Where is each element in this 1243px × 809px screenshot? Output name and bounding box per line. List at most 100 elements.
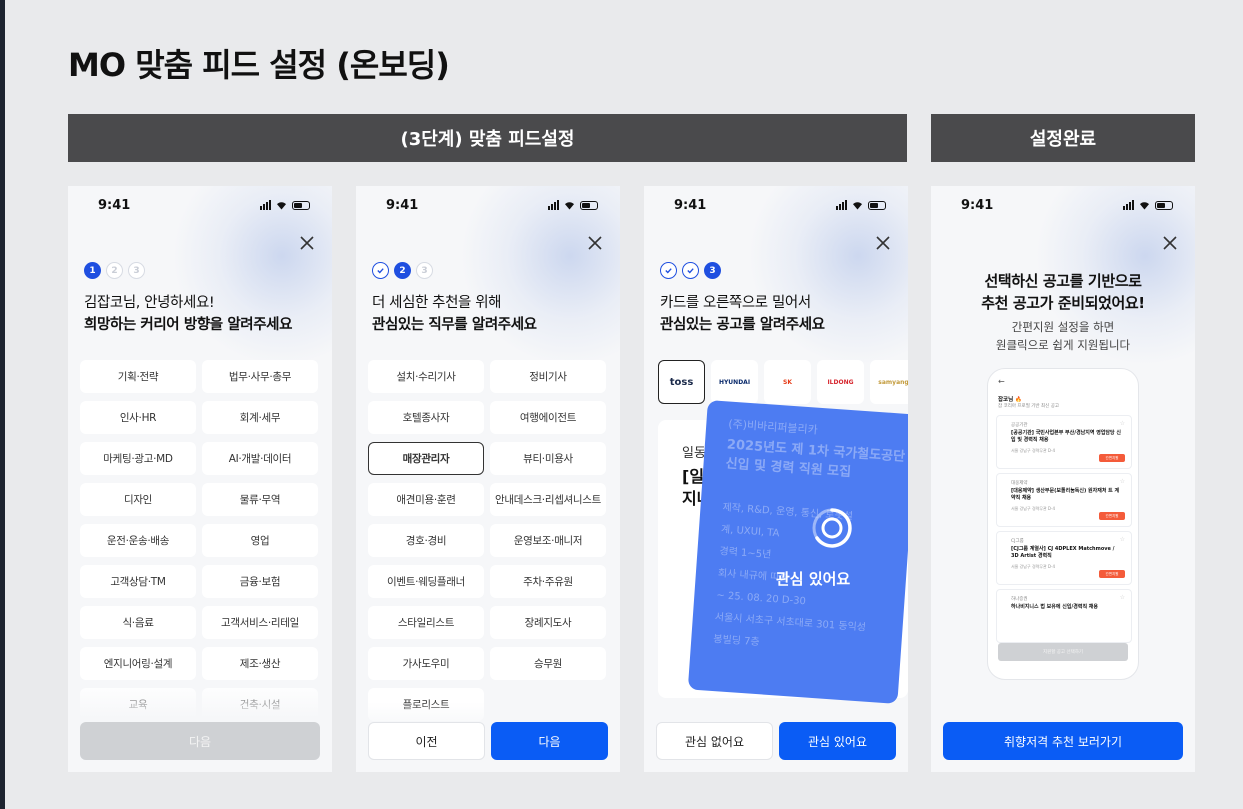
- option-chip[interactable]: 디자인: [80, 483, 196, 516]
- job-option-grid: 설치·수리기사 정비기사 호텔종사자 여행에이전트 매장관리자 뷰티·미용사 애견미용·훈련…: [368, 360, 606, 721]
- option-chip[interactable]: 물류·무역: [202, 483, 318, 516]
- prev-button[interactable]: 이전: [368, 722, 485, 760]
- not-interested-button[interactable]: 관심 없어요: [656, 722, 773, 760]
- preview-job-card: 하나증권 하나비지니스 법 보유에 신입/경력직 채용 ☆: [996, 589, 1132, 643]
- option-chip[interactable]: 여행에이전트: [490, 401, 606, 434]
- view-recommendations-button[interactable]: 취향저격 추천 보러가기: [943, 722, 1183, 760]
- preview-card-tags: 서울 강남구 경력무관 D-4: [1011, 564, 1056, 569]
- option-chip[interactable]: 기획·전략: [80, 360, 196, 393]
- line1-text: 카드를 오른쪽으로 밀어서: [660, 295, 811, 311]
- option-chip[interactable]: 스타일리스트: [368, 606, 484, 639]
- logo-ildong[interactable]: ILDONG: [817, 360, 864, 404]
- battery-icon: [292, 200, 310, 210]
- option-chip[interactable]: 주차·주유원: [490, 565, 606, 598]
- complete-title: 선택하신 공고를 기반으로 추천 공고가 준비되었어요!: [981, 272, 1145, 312]
- option-chip[interactable]: 애견미용·훈련: [368, 483, 484, 516]
- option-chip[interactable]: 고객상담·TM: [80, 565, 196, 598]
- close-icon[interactable]: [1161, 234, 1179, 252]
- swipe-card-company: (주)비바리퍼블리카: [727, 417, 819, 437]
- next-button[interactable]: 다음: [491, 722, 608, 760]
- option-chip[interactable]: 뷰티·미용사: [490, 442, 606, 475]
- phone-screen-swipe-jobs: 9:41 3 카드를 오른쪽으로 밀어서 관심있는 공고를 알려주세요 toss…: [644, 186, 908, 772]
- option-chip[interactable]: 운전·운송·배송: [80, 524, 196, 557]
- status-time: 9:41: [961, 198, 994, 213]
- preview-phone: ← 잡코님 🔥 잡 코리아 프로필 기반 최신 공고 공공기관 [공공기관] 국민…: [987, 368, 1139, 680]
- option-chip[interactable]: 장례지도사: [490, 606, 606, 639]
- option-chip[interactable]: 식·음료: [80, 606, 196, 639]
- headline: 더 세심한 추천을 위해 관심있는 직무를 알려주세요: [372, 292, 537, 336]
- close-icon[interactable]: [874, 234, 892, 252]
- step-dot-1-done: [372, 262, 389, 279]
- option-chip[interactable]: 회계·세무: [202, 401, 318, 434]
- left-edge-strip: [0, 0, 5, 809]
- headline: 카드를 오른쪽으로 밀어서 관심있는 공고를 알려주세요: [660, 292, 825, 336]
- step-indicator: 2 3: [372, 262, 433, 279]
- preview-job-card: CJ그룹 [CJ그룹 계열사] CJ 4DPLEX Matchmove / 3D …: [996, 531, 1132, 585]
- option-chip[interactable]: 마케팅·광고·MD: [80, 442, 196, 475]
- star-icon: ☆: [1119, 478, 1125, 485]
- close-icon[interactable]: [586, 234, 604, 252]
- company-logo-row: toss HYUNDAI SK ILDONG samyang: [658, 360, 908, 404]
- line1-text: 더 세심한 추천을 위해: [372, 295, 502, 311]
- preview-card-company: CJ그룹: [1011, 539, 1024, 544]
- signal-icon: [260, 200, 271, 210]
- check-icon: [665, 268, 672, 274]
- star-icon: ☆: [1119, 594, 1125, 601]
- option-chip[interactable]: 정비기사: [490, 360, 606, 393]
- preview-heading: 잡코님 🔥: [998, 397, 1022, 403]
- logo-sk[interactable]: SK: [764, 360, 811, 404]
- headline: 김잡코님, 안녕하세요! 희망하는 커리어 방향을 알려주세요: [84, 292, 292, 336]
- swipe-card-title: 2025년도 제 1차 국가철도공단 신입 및 경력 직원 모집: [725, 437, 906, 481]
- option-chip[interactable]: 인사·HR: [80, 401, 196, 434]
- step-indicator: 3: [660, 262, 721, 279]
- preview-card-company: 하나증권: [1011, 597, 1028, 602]
- back-arrow-icon: ←: [998, 377, 1005, 386]
- wifi-icon: [853, 201, 862, 210]
- close-icon[interactable]: [298, 234, 316, 252]
- option-chip[interactable]: 엔지니어링·설계: [80, 647, 196, 680]
- battery-icon: [868, 200, 886, 210]
- option-chip[interactable]: 법무·사무·총무: [202, 360, 318, 393]
- greeting-text: 김잡코님, 안녕하세요!: [84, 295, 215, 311]
- status-icons: [260, 200, 310, 210]
- wifi-icon: [277, 201, 286, 210]
- logo-toss[interactable]: toss: [658, 360, 705, 404]
- option-chip[interactable]: 설치·수리기사: [368, 360, 484, 393]
- check-icon: [687, 268, 694, 274]
- option-chip[interactable]: 영업: [202, 524, 318, 557]
- option-chip[interactable]: AI·개발·데이터: [202, 442, 318, 475]
- option-chip[interactable]: 호텔종사자: [368, 401, 484, 434]
- phone-screen-career-direction: 9:41 1 2 3 김잡코님, 안녕하세요! 희망하는 커리어 방향을 알려주…: [68, 186, 332, 772]
- interested-button[interactable]: 관심 있어요: [779, 722, 896, 760]
- quick-apply-badge: 간편지원: [1099, 454, 1125, 462]
- option-chip[interactable]: 가사도우미: [368, 647, 484, 680]
- option-chip[interactable]: 제조·생산: [202, 647, 318, 680]
- option-chip[interactable]: 승무원: [490, 647, 606, 680]
- preview-card-title: [공공기관] 국민사업본부 부산/경남지역 영업담당 신입 및 경력직 채용: [1011, 430, 1121, 443]
- preview-apply-button: 지원할 공고 선택하기: [998, 643, 1128, 661]
- preview-job-card: 대웅제약 [대웅제약] 생산부문(보톨리눔독신) 원자재처 트 계약직 채용 서울 …: [996, 473, 1132, 527]
- next-button[interactable]: 다음: [80, 722, 320, 760]
- step-dot-2: 2: [394, 262, 411, 279]
- option-chip[interactable]: 이벤트·웨딩플래너: [368, 565, 484, 598]
- logo-samyang[interactable]: samyang: [870, 360, 908, 404]
- option-chip[interactable]: 매장관리자: [368, 442, 484, 475]
- swipe-job-card[interactable]: (주)비바리퍼블리카 2025년도 제 1차 국가철도공단 신입 및 경력 직원…: [687, 400, 908, 704]
- option-chip[interactable]: 안내데스크·리셉셔니스트: [490, 483, 606, 516]
- preview-card-company: 공공기관: [1011, 423, 1028, 428]
- check-icon: [377, 268, 384, 274]
- option-chip[interactable]: 금융·보험: [202, 565, 318, 598]
- preview-job-card: 공공기관 [공공기관] 국민사업본부 부산/경남지역 영업담당 신입 및 경력직 …: [996, 415, 1132, 469]
- wifi-icon: [565, 201, 574, 210]
- signal-icon: [836, 200, 847, 210]
- line2-text: 관심있는 직무를 알려주세요: [372, 317, 537, 333]
- section-header-step3: (3단계) 맞춤 피드설정: [68, 114, 907, 162]
- preview-card-title: [CJ그룹 계열사] CJ 4DPLEX Matchmove / 3D Arti…: [1011, 546, 1115, 559]
- preview-card-title: [대웅제약] 생산부문(보톨리눔독신) 원자재처 트 계약직 채용: [1011, 488, 1120, 501]
- step-dot-3: 3: [128, 262, 145, 279]
- logo-hyundai[interactable]: HYUNDAI: [711, 360, 758, 404]
- option-chip[interactable]: 경호·경비: [368, 524, 484, 557]
- option-chip[interactable]: 고객서비스·리테일: [202, 606, 318, 639]
- option-chip[interactable]: 운영보조·매니저: [490, 524, 606, 557]
- prompt-text: 희망하는 커리어 방향을 알려주세요: [84, 317, 293, 333]
